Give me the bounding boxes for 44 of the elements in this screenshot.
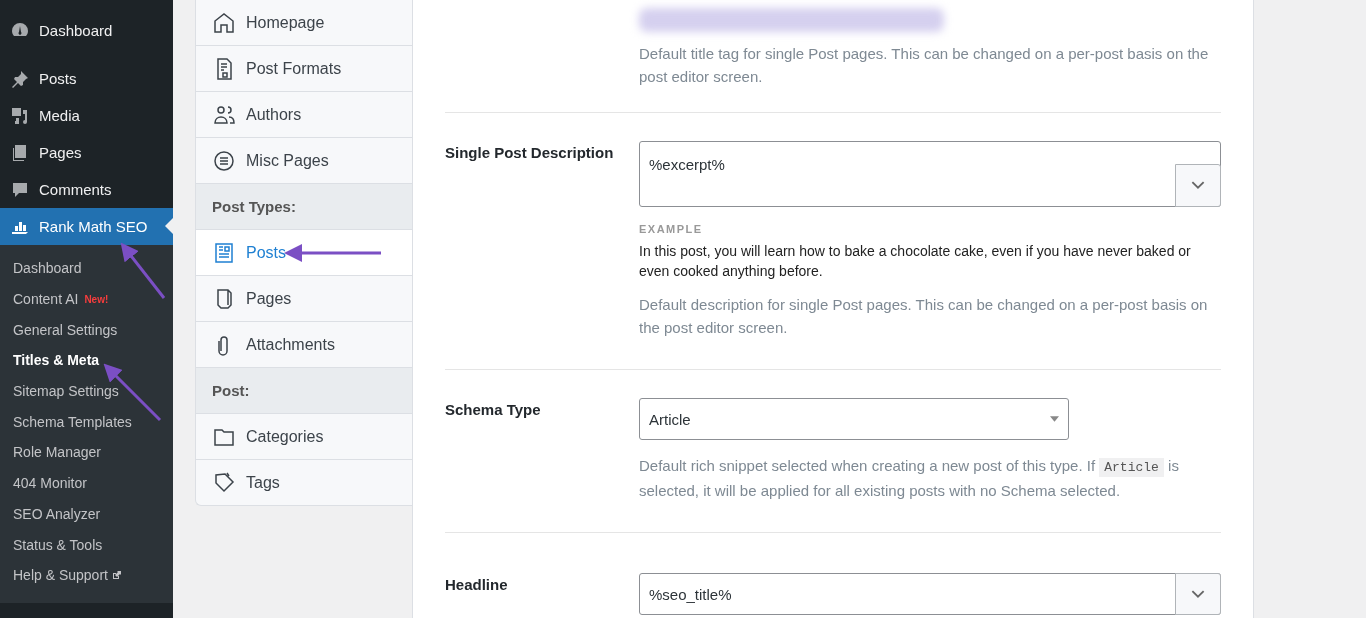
template-input-field[interactable]: %excerpt% <box>639 141 1221 207</box>
example-label: EXAMPLE <box>639 223 704 235</box>
admin-menu-item[interactable]: Posts <box>0 60 173 97</box>
submenu-item[interactable]: Schema Templates <box>0 406 173 438</box>
settings-nav-item[interactable]: Tags <box>196 460 412 505</box>
nav-section-heading: Post Types: <box>196 184 412 230</box>
chevron-down-icon <box>1191 181 1205 190</box>
submenu-item[interactable]: Titles & Meta <box>0 345 173 376</box>
field-label: Schema Type <box>445 400 542 420</box>
dropdown-arrow-icon <box>1050 416 1059 422</box>
variables-dropdown-button[interactable] <box>1175 164 1221 207</box>
schema-select[interactable]: Article <box>639 398 1069 440</box>
house-icon <box>212 10 236 35</box>
template-input-field[interactable]: %seo_title% <box>639 573 1221 615</box>
submenu-item[interactable]: Sitemap Settings <box>0 375 173 407</box>
admin-menu-item[interactable]: Pages <box>0 134 173 171</box>
submenu-item[interactable]: Role Manager <box>0 437 173 468</box>
field-description: Default description for single Post pages. This can be changed on a per-post basis on the post editor screen. <box>639 295 1209 338</box>
submenu-item[interactable]: SEO Analyzer <box>0 498 173 530</box>
chevron-down-icon <box>1191 589 1205 599</box>
submenu-item[interactable]: Status & Tools <box>0 529 173 560</box>
newspaper-icon <box>212 240 236 265</box>
submenu-item[interactable]: Content AI New! <box>0 283 173 315</box>
admin-menu-item[interactable]: Comments <box>0 171 173 208</box>
submenu-item[interactable]: General Settings <box>0 314 173 346</box>
pushpin-icon <box>10 68 30 89</box>
admin-menu-item[interactable]: Rank Math SEO <box>0 208 173 245</box>
media-icon <box>10 105 30 126</box>
field-label: Headline <box>445 575 509 595</box>
settings-nav-item[interactable]: Posts <box>196 230 412 276</box>
field-description: Default rich snippet selected when creating a new post of this type. If Article is selected, it will be applied for all existing posts with no Schema selected. <box>639 456 1180 501</box>
submenu-item[interactable]: 404 Monitor <box>0 467 173 499</box>
tag-icon <box>212 470 236 495</box>
admin-menu-item[interactable]: Dashboard <box>0 11 173 49</box>
annotation-arrow <box>120 242 166 299</box>
field-description: Default title tag for single Post pages. This can be changed on a per-post basis on the post editor screen. <box>639 44 1210 87</box>
example-text: In this post, you will learn how to bake a chocolate cake, even if you have never baked or even cooked anything before. <box>639 242 1192 281</box>
new-label: New! <box>84 293 109 305</box>
submenu-item[interactable]: Help & Support <box>0 559 173 591</box>
admin-menu-item[interactable]: Media <box>0 97 173 134</box>
nav-section-heading: Post: <box>196 368 412 414</box>
field-label: Single Post Description <box>445 143 615 163</box>
variables-dropdown-button[interactable] <box>1175 573 1221 615</box>
submenu-item[interactable]: Dashboard <box>0 253 173 284</box>
